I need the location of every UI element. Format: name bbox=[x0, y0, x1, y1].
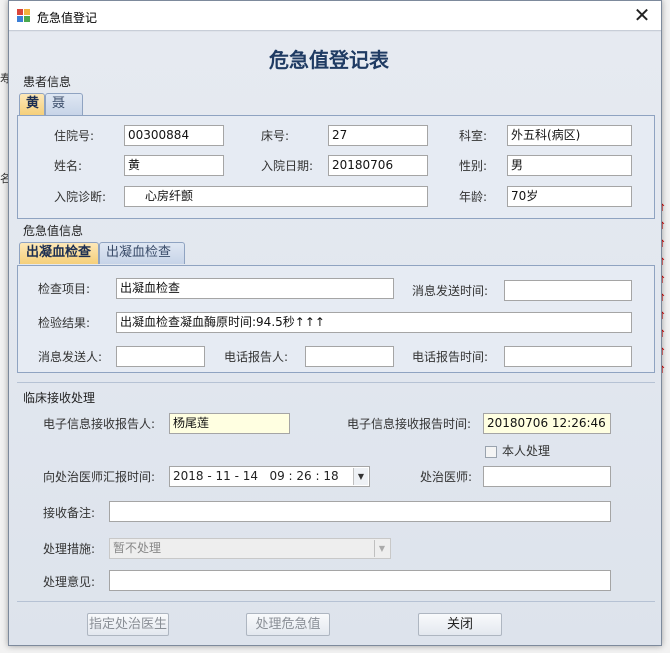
admit-date-field[interactable]: 20180706 bbox=[328, 155, 428, 176]
send-time-label: 消息发送时间: bbox=[412, 284, 489, 298]
receiver-field[interactable]: 杨尾莲 bbox=[169, 413, 290, 434]
diagnosis-field[interactable]: 心房纤颤 bbox=[124, 186, 428, 207]
age-label: 年龄: bbox=[459, 190, 488, 204]
patient-section-label: 患者信息 bbox=[23, 75, 72, 89]
doctor-field[interactable] bbox=[483, 466, 611, 487]
receiver-label: 电子信息接收报告人: bbox=[43, 417, 156, 431]
receive-time-label: 电子信息接收报告时间: bbox=[347, 417, 472, 431]
clinical-section-label: 临床接收处理 bbox=[23, 391, 96, 405]
phone-time-label: 电话报告时间: bbox=[412, 350, 489, 364]
age-field[interactable]: 70岁 bbox=[507, 186, 632, 207]
opinion-label: 处理意见: bbox=[43, 575, 96, 589]
window-title: 危急值登记 bbox=[37, 11, 98, 25]
measure-value: 暂不处理 bbox=[113, 541, 162, 555]
sex-label: 性别: bbox=[459, 159, 488, 173]
phone-time-field[interactable] bbox=[504, 346, 632, 367]
item-label: 检查项目: bbox=[38, 282, 91, 296]
admission-no-field[interactable]: 00300884 bbox=[124, 125, 224, 146]
opinion-field[interactable] bbox=[109, 570, 611, 591]
diagnosis-label: 入院诊断: bbox=[54, 190, 107, 204]
form-title: 危急值登记表 bbox=[269, 48, 389, 72]
admit-date-label: 入院日期: bbox=[261, 159, 314, 173]
dept-field[interactable]: 外五科(病区) bbox=[507, 125, 632, 146]
divider bbox=[17, 382, 655, 383]
bed-label: 床号: bbox=[261, 129, 290, 143]
chevron-down-icon[interactable]: ▼ bbox=[353, 468, 368, 485]
sex-field[interactable]: 男 bbox=[507, 155, 632, 176]
measure-label: 处理措施: bbox=[43, 542, 96, 556]
phone-reporter-field[interactable] bbox=[305, 346, 394, 367]
admission-no-label: 住院号: bbox=[54, 129, 95, 143]
name-label: 姓名: bbox=[54, 159, 83, 173]
report-time-label: 向处治医师汇报时间: bbox=[43, 470, 156, 484]
tab-patient-1[interactable]: 黄 bbox=[19, 93, 45, 115]
tab-critical-1[interactable]: 出凝血检查 bbox=[19, 242, 99, 264]
app-icon bbox=[17, 9, 31, 23]
tab-critical-2[interactable]: 出凝血检查 bbox=[99, 242, 185, 264]
report-time-value: 2018 - 11 - 14 09 : 26 : 18 bbox=[173, 469, 339, 483]
self-handle-label: 本人处理 bbox=[502, 444, 551, 458]
dialog-window: 危急值登记 ✕ 危急值登记表 患者信息 黄 聂 住院号: 00300884 床号… bbox=[8, 0, 662, 646]
measure-select[interactable]: 暂不处理 ▼ bbox=[109, 538, 391, 559]
critical-panel: 检查项目: 出凝血检查 消息发送时间: 检验结果: 出凝血检查凝血酶原时间:94… bbox=[17, 265, 655, 373]
remark-field[interactable] bbox=[109, 501, 611, 522]
critical-tabs: 出凝血检查 出凝血检查 bbox=[17, 242, 657, 264]
close-icon[interactable]: ✕ bbox=[629, 4, 655, 28]
dialog-client: 危急值登记表 患者信息 黄 聂 住院号: 00300884 床号: 27 科室:… bbox=[9, 32, 661, 645]
title-bar: 危急值登记 ✕ bbox=[9, 1, 661, 31]
divider bbox=[17, 601, 655, 602]
receive-time-field[interactable]: 20180706 12:26:46 bbox=[483, 413, 611, 434]
self-handle-checkbox[interactable] bbox=[485, 446, 497, 458]
doctor-label: 处治医师: bbox=[420, 470, 473, 484]
send-time-field[interactable] bbox=[504, 280, 632, 301]
tab-patient-2[interactable]: 聂 bbox=[45, 93, 83, 115]
report-time-picker[interactable]: 2018 - 11 - 14 09 : 26 : 18 ▼ bbox=[169, 466, 370, 487]
sender-field[interactable] bbox=[116, 346, 205, 367]
result-field[interactable]: 出凝血检查凝血酶原时间:94.5秒↑↑↑ bbox=[116, 312, 632, 333]
result-label: 检验结果: bbox=[38, 316, 91, 330]
phone-reporter-label: 电话报告人: bbox=[224, 350, 289, 364]
bed-field[interactable]: 27 bbox=[328, 125, 428, 146]
handle-critical-button[interactable]: 处理危急值 bbox=[246, 613, 330, 636]
sender-label: 消息发送人: bbox=[38, 350, 103, 364]
close-button[interactable]: 关闭 bbox=[418, 613, 502, 636]
patient-tabs: 黄 聂 bbox=[17, 93, 657, 115]
assign-doctor-button[interactable]: 指定处治医生 bbox=[87, 613, 169, 636]
dept-label: 科室: bbox=[459, 129, 488, 143]
name-field[interactable]: 黄 bbox=[124, 155, 224, 176]
critical-section-label: 危急值信息 bbox=[23, 224, 84, 238]
chevron-down-icon[interactable]: ▼ bbox=[374, 540, 389, 557]
remark-label: 接收备注: bbox=[43, 506, 96, 520]
patient-panel: 住院号: 00300884 床号: 27 科室: 外五科(病区) 姓名: 黄 入… bbox=[17, 115, 655, 219]
item-field[interactable]: 出凝血检查 bbox=[116, 278, 394, 299]
